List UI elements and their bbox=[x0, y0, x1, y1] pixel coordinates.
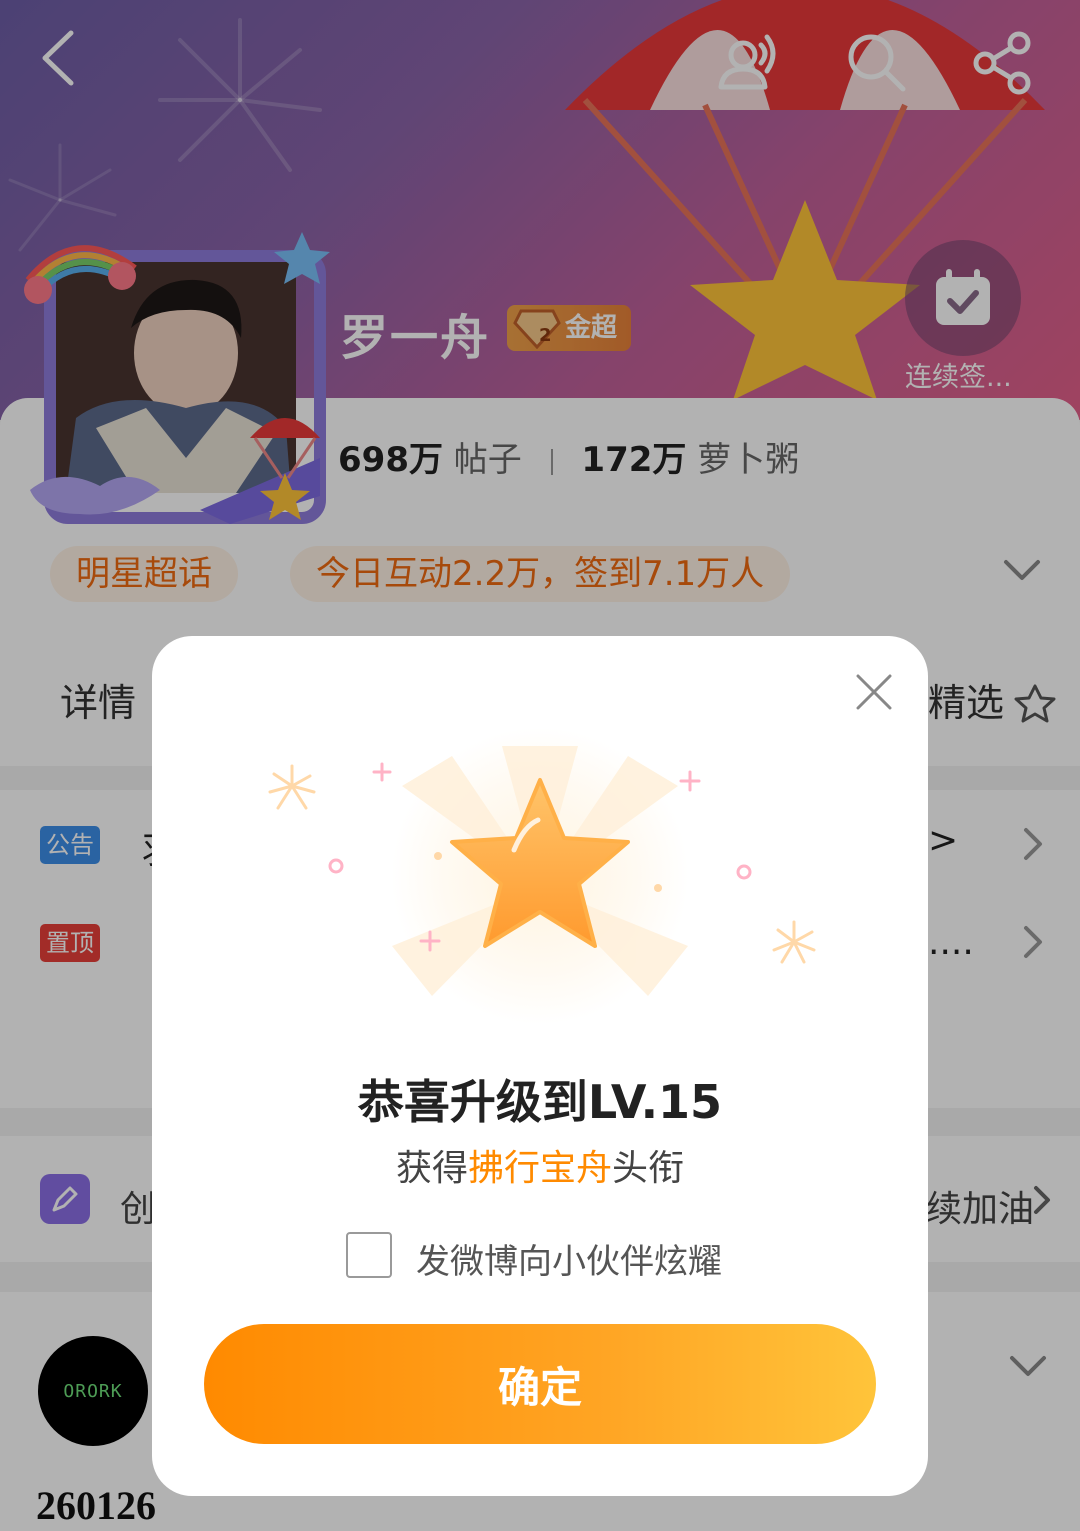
subtitle-prefix: 获得 bbox=[395, 1148, 468, 1189]
title-name-highlight: 拂行宝舟 bbox=[467, 1148, 612, 1189]
level-star-illustration bbox=[268, 746, 816, 996]
level-up-dialog: 恭喜升级到LV.15 获得拂行宝舟头衔 发微博向小伙伴炫耀 确定 bbox=[152, 636, 928, 1496]
share-checkbox-label[interactable]: 发微博向小伙伴炫耀 bbox=[416, 1234, 722, 1283]
dialog-subtitle: 获得拂行宝舟头衔 bbox=[152, 1139, 928, 1191]
share-checkbox[interactable] bbox=[346, 1232, 392, 1278]
close-icon[interactable] bbox=[852, 670, 896, 714]
confirm-button[interactable]: 确定 bbox=[204, 1324, 876, 1444]
subtitle-suffix: 头衔 bbox=[612, 1148, 685, 1189]
dialog-title: 恭喜升级到LV.15 bbox=[357, 1075, 723, 1129]
